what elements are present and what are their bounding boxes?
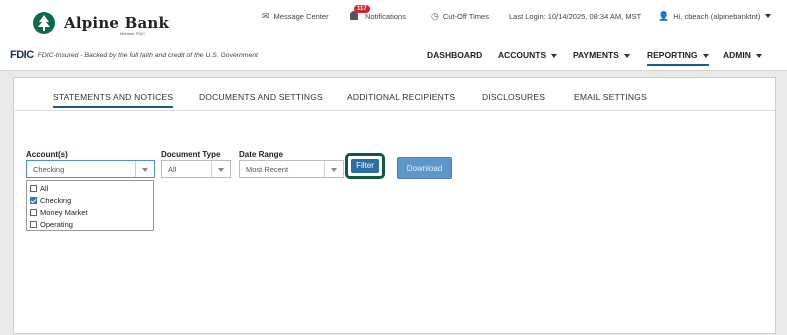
account-option-all[interactable]: All <box>30 184 48 193</box>
notifications-label: Notifications <box>365 11 406 21</box>
account-option-label: All <box>40 184 49 193</box>
filter-button[interactable]: Filter <box>351 159 379 173</box>
nav-payments-label: PAYMENTS <box>573 50 619 60</box>
account-option-label: Checking <box>40 196 72 205</box>
accounts-select-value: Checking <box>33 165 65 174</box>
account-option-operating[interactable]: Operating <box>30 220 73 229</box>
nav-reporting-label: REPORTING <box>647 50 698 60</box>
date-range-value: Most Recent <box>246 165 289 174</box>
clock-icon: ◷ <box>431 10 439 21</box>
main-nav: DASHBOARD ACCOUNTS PAYMENTS REPORTING AD… <box>0 46 787 68</box>
header: Alpine Bank Member FDIC ✉ Message Center… <box>0 0 787 71</box>
nav-reporting[interactable]: REPORTING <box>647 50 709 66</box>
bell-icon: 117 <box>350 5 370 21</box>
last-login: Last Login: 10/14/2025, 08:34 AM, MST <box>509 7 641 25</box>
document-type-value: All <box>168 165 177 174</box>
nav-payments[interactable]: PAYMENTS <box>573 50 630 60</box>
user-menu[interactable]: 👤 Hi, cbeach (alpinebanktnt) <box>658 7 772 25</box>
statements-panel: STATEMENTS AND NOTICES DOCUMENTS AND SET… <box>13 77 776 334</box>
date-range-select[interactable]: Most Recent <box>239 160 344 178</box>
envelope-icon: ✉ <box>262 10 270 21</box>
chevron-down-icon[interactable] <box>324 161 343 177</box>
tab-disclosures[interactable]: DISCLOSURES <box>482 92 545 102</box>
chevron-down-icon[interactable] <box>211 161 230 177</box>
date-range-label: Date Range <box>239 150 284 159</box>
notifications-link[interactable]: 117 Notifications <box>350 5 406 25</box>
tab-documents-and-settings[interactable]: DOCUMENTS AND SETTINGS <box>199 92 323 102</box>
account-option-label: Operating <box>40 220 73 229</box>
chevron-down-icon[interactable] <box>135 161 154 177</box>
chevron-down-icon <box>755 53 762 58</box>
user-icon: 👤 <box>658 10 670 21</box>
notifications-badge: 117 <box>354 5 370 13</box>
accounts-label: Account(s) <box>26 150 68 159</box>
tab-additional-recipients[interactable]: ADDITIONAL RECIPIENTS <box>347 92 455 102</box>
nav-accounts-label: ACCOUNTS <box>498 50 547 60</box>
nav-dashboard[interactable]: DASHBOARD <box>427 50 482 60</box>
message-center-link[interactable]: ✉ Message Center <box>262 7 329 25</box>
user-label: Hi, cbeach (alpinebanktnt) <box>673 11 761 21</box>
accounts-dropdown-list: All Checking Money Market Operating <box>26 180 154 231</box>
cutoff-times-label: Cut-Off Times <box>442 11 489 21</box>
tab-bar: STATEMENTS AND NOTICES DOCUMENTS AND SET… <box>14 78 775 111</box>
last-login-text: Last Login: 10/14/2025, 08:34 AM, MST <box>509 11 642 21</box>
brand-member-fdic: Member FDIC <box>120 31 146 36</box>
nav-admin[interactable]: ADMIN <box>723 50 762 60</box>
document-type-select[interactable]: All <box>161 160 231 178</box>
accounts-select[interactable]: Checking <box>26 160 155 178</box>
checkbox-operating[interactable] <box>30 221 37 228</box>
document-type-label: Document Type <box>161 150 221 159</box>
checkbox-money-market[interactable] <box>30 209 37 216</box>
chevron-down-icon <box>551 53 558 58</box>
filter-button-focus: Filter <box>345 153 385 179</box>
tab-email-settings[interactable]: EMAIL SETTINGS <box>574 92 647 102</box>
utility-bar: ✉ Message Center 117 Notifications ◷ Cut… <box>0 5 787 25</box>
chevron-down-icon <box>702 53 709 58</box>
checkbox-checking[interactable] <box>30 197 37 204</box>
nav-admin-label: ADMIN <box>723 50 751 60</box>
download-button[interactable]: Download <box>397 157 452 179</box>
account-option-label: Money Market <box>40 208 88 217</box>
cutoff-times-link[interactable]: ◷ Cut-Off Times <box>431 7 489 25</box>
nav-dashboard-label: DASHBOARD <box>427 50 483 60</box>
account-option-checking[interactable]: Checking <box>30 196 71 205</box>
account-option-money-market[interactable]: Money Market <box>30 208 88 217</box>
chevron-down-icon <box>765 14 772 18</box>
message-center-label: Message Center <box>273 11 329 21</box>
nav-accounts[interactable]: ACCOUNTS <box>498 50 558 60</box>
checkbox-all[interactable] <box>30 185 37 192</box>
chevron-down-icon <box>623 53 630 58</box>
tab-statements-and-notices[interactable]: STATEMENTS AND NOTICES <box>53 92 174 108</box>
